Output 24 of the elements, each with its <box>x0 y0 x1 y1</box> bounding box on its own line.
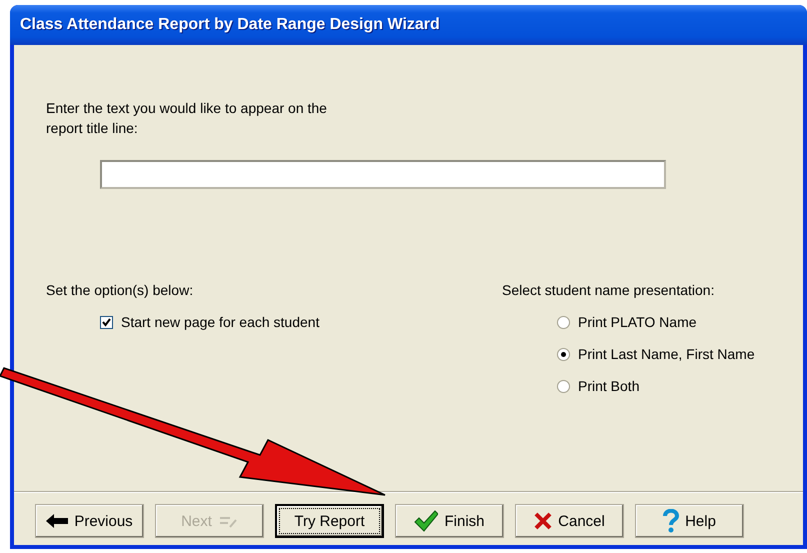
wizard-button[interactable]: Finish <box>395 504 504 538</box>
right-arrow-icon <box>218 514 238 528</box>
name-presentation-label: Select student name presentation: <box>502 282 716 299</box>
radio-button[interactable] <box>557 348 570 361</box>
radio-label: Print Last Name, First Name <box>578 346 755 363</box>
wizard-button[interactable]: Help <box>635 504 744 538</box>
help-icon <box>663 509 680 533</box>
close-icon <box>534 512 552 530</box>
options-label: Set the option(s) below: <box>46 282 194 299</box>
wizard-button[interactable]: Cancel <box>515 504 624 538</box>
checkbox-label: Start new page for each student <box>121 314 320 331</box>
checkbox[interactable] <box>100 316 113 329</box>
wizard-button[interactable]: Try Report <box>275 504 384 538</box>
checkmark-icon <box>414 510 438 532</box>
radio-button[interactable] <box>557 316 570 329</box>
title-prompt: Enter the text you would like to appear on the report title line: <box>46 99 328 138</box>
radio-button[interactable] <box>557 380 570 393</box>
report-title-field[interactable] <box>100 160 666 189</box>
check-icon <box>102 318 111 327</box>
radio-label: Print Both <box>578 378 640 395</box>
window-title: Class Attendance Report by Date Range Design Wizard <box>20 16 440 34</box>
radio-label: Print PLATO Name <box>578 314 697 331</box>
wizard-button[interactable]: Previous <box>35 504 144 538</box>
left-arrow-icon <box>46 514 68 528</box>
